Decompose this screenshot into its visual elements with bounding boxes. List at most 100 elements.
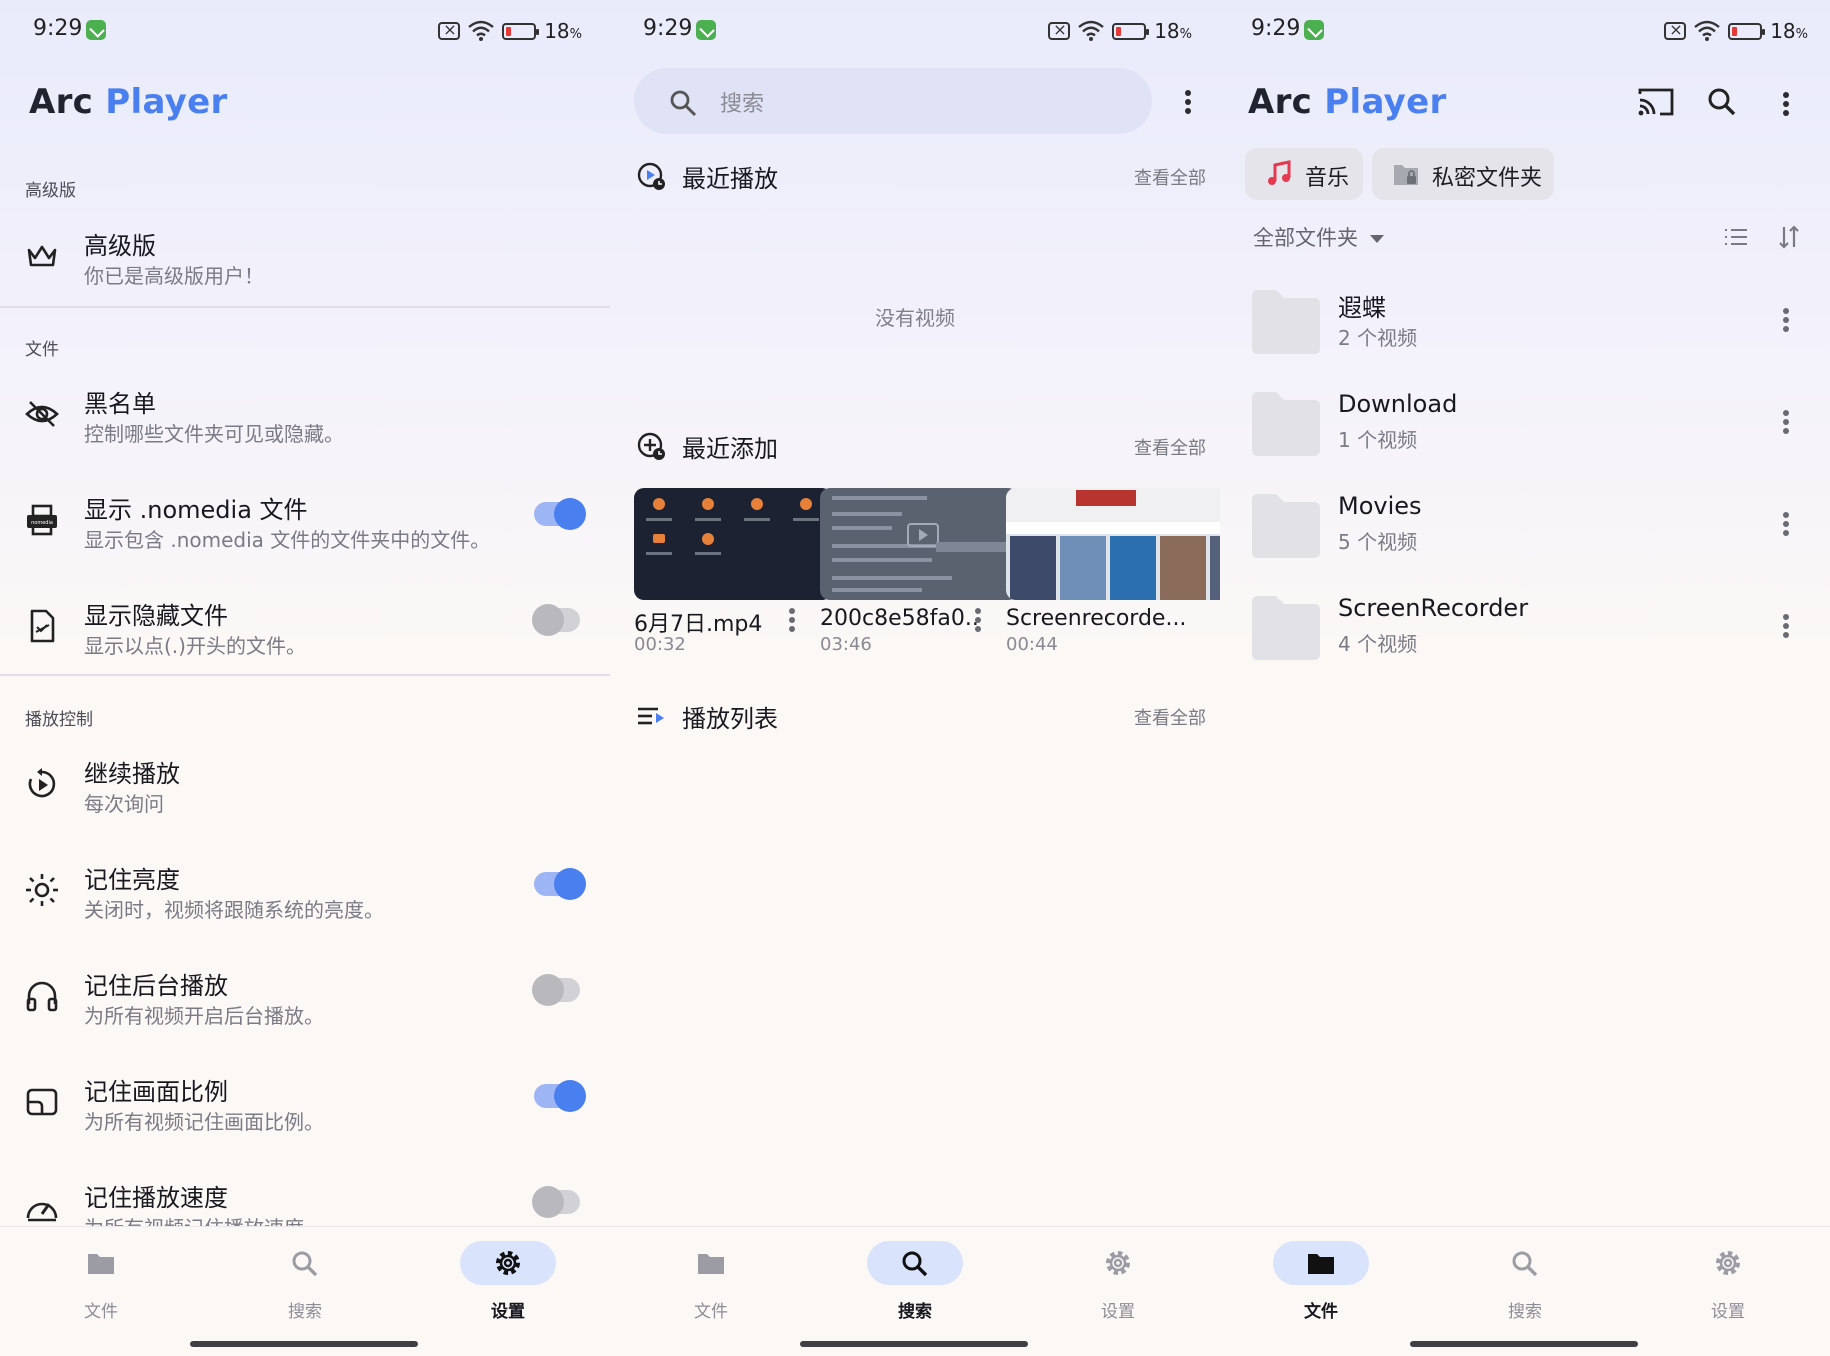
- folder-count: 4 个视频: [1338, 632, 1418, 656]
- nav-settings[interactable]: 设置: [1653, 1241, 1803, 1331]
- setting-subtitle: 关闭时，视频将跟随系统的亮度。: [84, 898, 384, 922]
- setting-title: 记住画面比例: [84, 1078, 228, 1106]
- search-input[interactable]: 搜索: [634, 68, 1152, 134]
- setting-show-nomedia[interactable]: nomedia 显示 .nomedia 文件 显示包含 .nomedia 文件的…: [0, 480, 610, 572]
- folder-item[interactable]: ScreenRecorder 4 个视频: [1220, 582, 1830, 684]
- setting-remember-brightness[interactable]: 记住亮度 关闭时，视频将跟随系统的亮度。: [0, 850, 610, 942]
- sort-icon[interactable]: [1777, 224, 1801, 250]
- hidden-files-toggle[interactable]: [532, 604, 580, 636]
- video-duration: 00:32: [634, 634, 686, 655]
- nav-files[interactable]: 文件: [636, 1241, 786, 1331]
- section-title: 最近添加: [682, 435, 778, 463]
- video-more-icon[interactable]: [966, 606, 990, 636]
- nav-search[interactable]: 搜索: [840, 1241, 990, 1331]
- no-sim-icon: [438, 20, 461, 40]
- setting-title: 继续播放: [84, 760, 180, 788]
- folder-more-icon[interactable]: [1774, 408, 1798, 440]
- gear-icon: [1716, 1251, 1740, 1275]
- divider: [0, 674, 610, 676]
- search-icon[interactable]: [1702, 84, 1742, 120]
- recent-added-header: 最近添加 查看全部: [610, 420, 1220, 470]
- setting-remember-aspect-ratio[interactable]: 记住画面比例 为所有视频记住画面比例。: [0, 1062, 610, 1154]
- folder-more-icon[interactable]: [1774, 510, 1798, 542]
- cast-icon[interactable]: [1636, 84, 1676, 120]
- app-title: Arc Player: [1248, 82, 1447, 122]
- wifi-icon: [468, 20, 494, 41]
- video-more-icon[interactable]: [780, 606, 804, 636]
- lock-folder-icon: [1394, 165, 1418, 185]
- battery-percent: 18: [544, 19, 570, 43]
- download-notification-icon: [86, 20, 106, 40]
- history-play-icon: [637, 162, 665, 190]
- setting-resume-playback[interactable]: 继续播放 每次询问: [0, 744, 610, 836]
- speed-icon: [26, 1202, 58, 1222]
- folder-icon: [1252, 494, 1320, 558]
- background-play-toggle[interactable]: [532, 974, 580, 1006]
- setting-subtitle: 你已是高级版用户！: [84, 264, 264, 288]
- section-header-files: 文件: [25, 340, 59, 360]
- folder-item[interactable]: Movies 5 个视频: [1220, 480, 1830, 582]
- bottom-navigation: 文件 搜索 设置: [1220, 1226, 1830, 1356]
- folder-more-icon[interactable]: [1774, 306, 1798, 338]
- recent-add-icon: [637, 432, 665, 460]
- search-icon: [670, 90, 697, 117]
- playlist-icon: [638, 707, 664, 725]
- nomedia-toggle[interactable]: [534, 498, 586, 530]
- setting-premium[interactable]: 高级版 你已是高级版用户！: [0, 216, 610, 308]
- dropdown-arrow-icon: [1370, 235, 1384, 243]
- nav-files[interactable]: 文件: [26, 1241, 176, 1331]
- folder-filter-dropdown[interactable]: 全部文件夹: [1253, 222, 1384, 252]
- wifi-icon: [1078, 20, 1104, 41]
- bottom-navigation: 文件 搜索 设置: [610, 1226, 1220, 1356]
- home-indicator: [800, 1341, 1028, 1347]
- nav-label: 搜索: [898, 1302, 932, 1322]
- download-notification-icon: [1304, 20, 1324, 40]
- setting-title: 高级版: [84, 232, 156, 260]
- private-folder-chip[interactable]: 私密文件夹: [1372, 148, 1554, 200]
- setting-blacklist[interactable]: 黑名单 控制哪些文件夹可见或隐藏。: [0, 374, 610, 466]
- setting-subtitle: 每次询问: [84, 792, 164, 816]
- nav-search[interactable]: 搜索: [230, 1241, 380, 1331]
- hidden-file-icon: [30, 609, 55, 643]
- status-time: 9:29: [643, 16, 693, 41]
- chip-label: 音乐: [1305, 166, 1350, 191]
- music-chip[interactable]: 音乐: [1245, 148, 1363, 200]
- battery-percent: 18: [1770, 19, 1796, 43]
- bottom-navigation: 文件 搜索 设置: [0, 1226, 610, 1356]
- section-title: 播放列表: [682, 705, 778, 733]
- nav-settings[interactable]: 设置: [433, 1241, 583, 1331]
- nav-search[interactable]: 搜索: [1450, 1241, 1600, 1331]
- video-name: 200c8e58fa0...: [820, 606, 980, 631]
- battery-icon: [1112, 22, 1150, 40]
- setting-remember-background-play[interactable]: 记住后台播放 为所有视频开启后台播放。: [0, 956, 610, 1048]
- section-header-playback: 播放控制: [25, 710, 93, 730]
- setting-show-hidden[interactable]: 显示隐藏文件 显示以点(.)开头的文件。: [0, 586, 610, 678]
- see-all-link[interactable]: 查看全部: [1134, 434, 1206, 460]
- folder-item[interactable]: 遐蝶 2 个视频: [1220, 276, 1830, 378]
- text-video-thumbnail-image: [832, 496, 1006, 592]
- speed-toggle[interactable]: [532, 1186, 580, 1218]
- wifi-icon: [1694, 20, 1720, 41]
- list-view-icon[interactable]: [1723, 226, 1749, 248]
- nav-settings[interactable]: 设置: [1043, 1241, 1193, 1331]
- aspect-ratio-toggle[interactable]: [534, 1080, 586, 1112]
- video-thumbnail[interactable]: [820, 488, 1018, 600]
- brightness-toggle[interactable]: [534, 868, 586, 900]
- playlists-header: 播放列表 查看全部: [610, 690, 1220, 740]
- video-thumbnail[interactable]: [634, 488, 832, 600]
- status-bar: 9:29 18%: [610, 0, 1220, 62]
- more-options-icon[interactable]: [1774, 84, 1798, 124]
- nav-files[interactable]: 文件: [1246, 1241, 1396, 1331]
- more-options-icon[interactable]: [1176, 82, 1200, 122]
- folder-name: Movies: [1338, 492, 1422, 520]
- setting-title: 黑名单: [84, 390, 156, 418]
- folder-item[interactable]: Download 1 个视频: [1220, 378, 1830, 480]
- folder-more-icon[interactable]: [1774, 612, 1798, 644]
- see-all-link[interactable]: 查看全部: [1134, 164, 1206, 190]
- setting-subtitle: 显示包含 .nomedia 文件的文件夹中的文件。: [84, 528, 491, 552]
- see-all-link[interactable]: 查看全部: [1134, 704, 1206, 730]
- nav-label: 搜索: [288, 1302, 322, 1322]
- video-thumbnail[interactable]: [1006, 488, 1220, 600]
- folder-count: 5 个视频: [1338, 530, 1418, 554]
- setting-subtitle: 显示以点(.)开头的文件。: [84, 634, 306, 658]
